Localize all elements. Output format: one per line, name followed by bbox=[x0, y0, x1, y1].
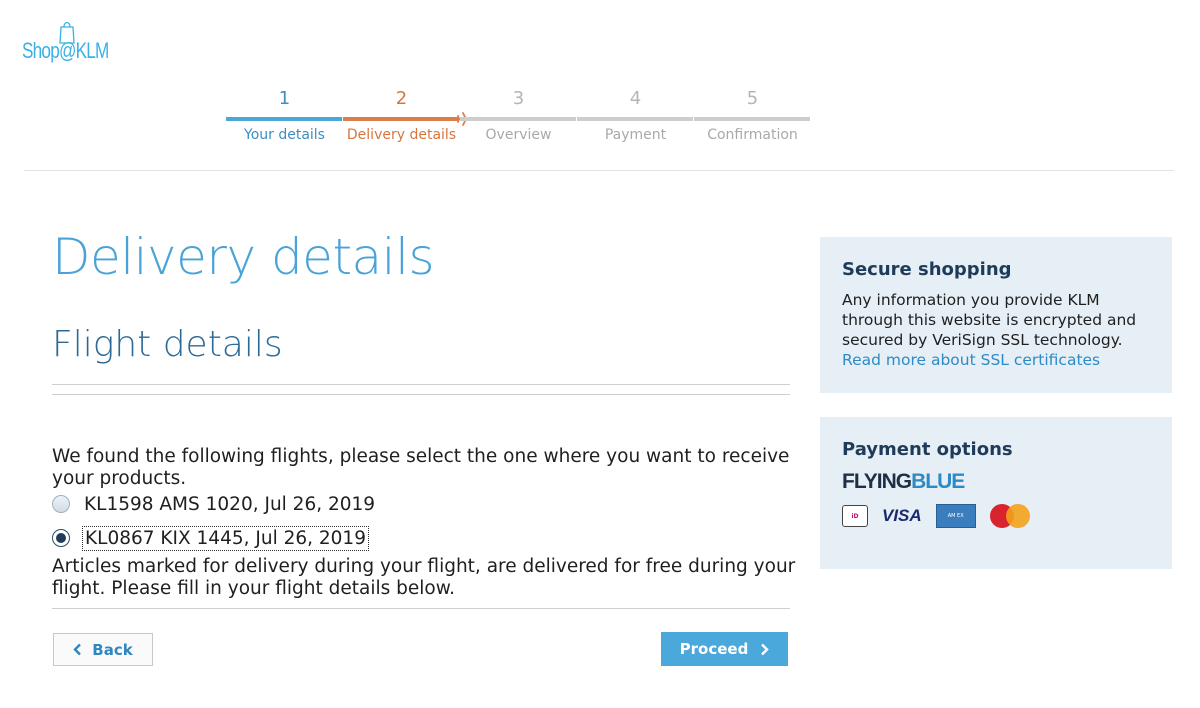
step-your-details[interactable]: 1 Your details bbox=[226, 86, 343, 150]
step-number: 3 bbox=[512, 88, 525, 109]
chevron-right-icon bbox=[761, 643, 770, 655]
section-divider bbox=[52, 384, 790, 385]
payment-options-title: Payment options bbox=[842, 439, 1013, 460]
step-number: 5 bbox=[746, 88, 759, 109]
visa-logo: VISA bbox=[882, 506, 922, 525]
payment-card-logos: iD VISA AM EX bbox=[842, 504, 1150, 528]
flight-option-label: KL0867 KIX 1445, Jul 26, 2019 bbox=[82, 525, 369, 551]
flying-blue-logo-part: BLUE bbox=[911, 470, 965, 493]
flying-blue-logo: FLYINGBLUE bbox=[842, 470, 1150, 494]
back-button[interactable]: Back bbox=[53, 633, 153, 666]
section-title: Flight details bbox=[52, 324, 283, 365]
secure-shopping-panel: Secure shopping Any information you prov… bbox=[820, 237, 1172, 393]
page-title: Delivery details bbox=[52, 228, 435, 286]
step-progress-bar bbox=[226, 117, 342, 121]
step-progress-bar bbox=[694, 117, 810, 121]
step-payment: 4 Payment bbox=[577, 86, 694, 150]
flying-blue-logo-part: FLYING bbox=[842, 470, 912, 493]
mastercard-logo bbox=[989, 504, 1030, 528]
step-overview: 3 Overview bbox=[460, 86, 577, 150]
flight-option-label: KL1598 AMS 1020, Jul 26, 2019 bbox=[84, 493, 376, 515]
step-progress-bar bbox=[460, 117, 576, 121]
step-progress-bar bbox=[343, 117, 459, 121]
secure-shopping-title: Secure shopping bbox=[842, 259, 1012, 280]
payment-options-panel: Payment options FLYINGBLUE iD VISA AM EX bbox=[820, 417, 1172, 569]
form-divider bbox=[52, 608, 790, 609]
flight-option[interactable]: KL1598 AMS 1020, Jul 26, 2019 bbox=[52, 490, 377, 518]
shop-klm-logo[interactable]: Shop@KLM bbox=[22, 18, 112, 78]
step-label: Confirmation bbox=[707, 127, 798, 143]
back-button-label: Back bbox=[92, 640, 133, 659]
step-label: Your details bbox=[244, 127, 325, 143]
step-progress-bar bbox=[577, 117, 693, 121]
flight-option[interactable]: KL0867 KIX 1445, Jul 26, 2019 bbox=[52, 524, 369, 552]
step-number: 4 bbox=[629, 88, 642, 109]
step-delivery-details: 2 Delivery details bbox=[343, 86, 469, 150]
american-express-logo: AM EX bbox=[935, 504, 976, 528]
proceed-button-label: Proceed bbox=[679, 640, 749, 658]
step-label: Payment bbox=[604, 127, 667, 143]
logo-text: Shop@KLM bbox=[22, 38, 109, 63]
step-label: Overview bbox=[485, 127, 552, 143]
proceed-button[interactable]: Proceed bbox=[661, 632, 788, 666]
flight-intro-text: We found the following flights, please s… bbox=[52, 446, 790, 489]
chevron-left-icon bbox=[73, 643, 82, 656]
step-number: 1 bbox=[278, 88, 291, 109]
step-label: Delivery details bbox=[346, 127, 457, 143]
delivery-note: Articles marked for delivery during your… bbox=[52, 556, 796, 599]
checkout-stepper: 1 Your details 2 Delivery details 3 Over… bbox=[226, 86, 810, 150]
step-number: 2 bbox=[395, 88, 408, 109]
secure-shopping-text: Any information you provide KLM through … bbox=[842, 291, 1137, 349]
step-confirmation: 5 Confirmation bbox=[694, 86, 811, 150]
section-divider bbox=[52, 394, 790, 395]
header-divider bbox=[24, 170, 1174, 171]
flight-radio[interactable] bbox=[52, 495, 70, 513]
ideal-logo: iD bbox=[842, 505, 868, 527]
flight-radio[interactable] bbox=[52, 529, 70, 547]
ssl-info-link[interactable]: Read more about SSL certificates bbox=[842, 350, 1150, 370]
